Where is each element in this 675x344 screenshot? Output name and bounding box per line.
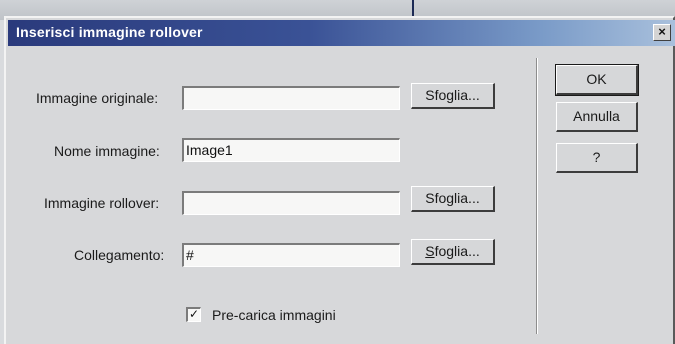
link-field[interactable]: # [182,243,400,267]
dialog-titlebar: Inserisci immagine rollover × [8,20,675,46]
dialog-divider [536,58,538,334]
help-button[interactable]: ? [556,143,638,173]
browse-link-label-rest: foglia... [434,243,480,259]
image-name-field[interactable]: Image1 [182,138,400,162]
close-button[interactable]: × [653,24,671,41]
rollover-image-label: Immagine rollover: [44,195,160,211]
browse-link-button[interactable]: Sfoglia... [411,239,495,265]
check-icon: ✓ [188,307,200,321]
browse-link-mnemonic: S [425,243,435,259]
ok-button[interactable]: OK [555,64,639,96]
original-image-field[interactable] [182,86,400,110]
close-icon: × [658,24,666,39]
cancel-button[interactable]: Annulla [556,102,638,132]
link-label: Collegamento: [74,247,165,263]
dialog-title: Inserisci immagine rollover [16,24,203,40]
rollover-dialog: Inserisci immagine rollover × Immagine o… [4,16,675,344]
browse-rollover-button[interactable]: Sfoglia... [411,186,495,212]
preload-label: Pre-carica immagini [212,307,336,323]
browse-original-button[interactable]: Sfoglia... [411,83,495,109]
original-image-label: Immagine originale: [36,90,159,106]
rollover-image-field[interactable] [182,191,400,215]
image-name-label: Nome immagine: [54,143,160,159]
preload-checkbox[interactable]: ✓ [186,307,201,322]
